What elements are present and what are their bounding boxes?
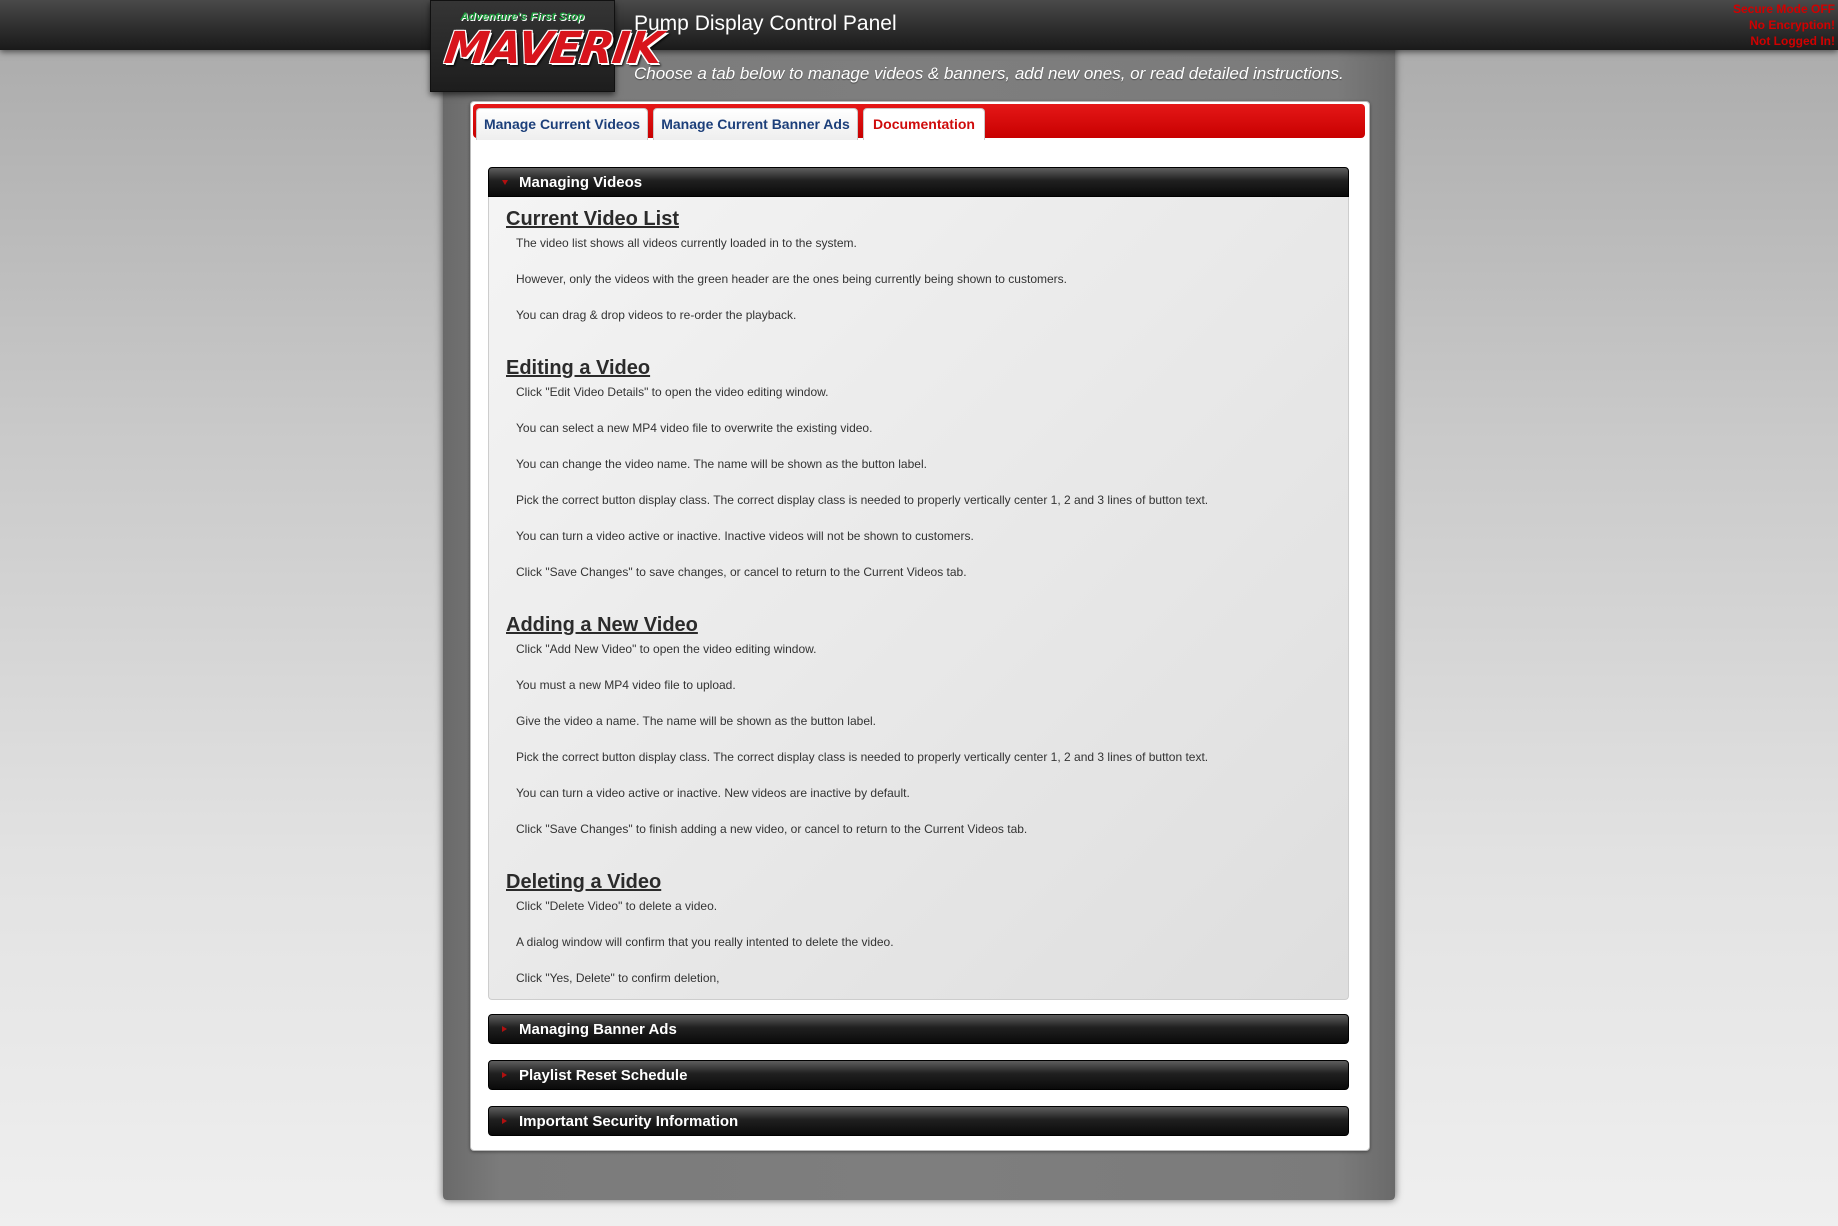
accordion-content-managing-videos: Current Video List The video list shows … [488, 197, 1349, 1000]
status-indicators: Secure Mode OFF No Encryption! Not Logge… [1733, 1, 1835, 49]
paragraph: Give the video a name. The name will be … [516, 714, 876, 728]
accordion-header-playlist-reset-schedule[interactable]: Playlist Reset Schedule [488, 1060, 1349, 1090]
paragraph: Pick the correct button display class. T… [516, 493, 1209, 507]
page-title: Pump Display Control Panel [634, 12, 897, 35]
triangle-down-icon [502, 180, 508, 185]
paragraph: You can select a new MP4 video file to o… [516, 421, 873, 435]
paragraph: You can drag & drop videos to re-order t… [516, 308, 797, 322]
paragraph: Click "Delete Video" to delete a video. [516, 899, 718, 913]
triangle-right-icon [502, 1072, 507, 1078]
logo-brand: MAVERIK [441, 23, 665, 74]
paragraph: You can turn a video active or inactive.… [516, 529, 974, 543]
accordion-title: Important Security Information [519, 1113, 739, 1130]
paragraph: You can turn a video active or inactive.… [516, 786, 910, 800]
accordion-title: Playlist Reset Schedule [519, 1067, 688, 1084]
paragraph: Click "Save Changes" to save changes, or… [516, 565, 967, 579]
tab-manage-current-videos[interactable]: Manage Current Videos [476, 108, 648, 140]
tab-documentation[interactable]: Documentation [863, 108, 985, 140]
section-heading-current-video-list: Current Video List [506, 208, 679, 230]
paragraph: Pick the correct button display class. T… [516, 750, 1209, 764]
paragraph: However, only the videos with the green … [516, 272, 1067, 286]
accordion-header-important-security-information[interactable]: Important Security Information [488, 1106, 1349, 1136]
section-heading-editing-a-video: Editing a Video [506, 357, 651, 379]
secure-mode-status: Secure Mode OFF [1732, 2, 1835, 16]
triangle-right-icon [502, 1118, 507, 1124]
encryption-status: No Encryption! [1749, 18, 1835, 32]
accordion-title: Managing Videos [519, 174, 643, 191]
accordion-header-managing-videos[interactable]: Managing Videos [488, 167, 1349, 197]
top-header-bar [0, 0, 1838, 50]
login-status: Not Logged In! [1750, 34, 1835, 48]
paragraph: Click "Yes, Delete" to confirm deletion, [516, 971, 720, 985]
paragraph: Click "Save Changes" to finish adding a … [516, 822, 1028, 836]
logo-tagline: Adventure's First Stop [460, 11, 585, 23]
section-heading-adding-a-new-video: Adding a New Video [506, 614, 698, 636]
paragraph: You can change the video name. The name … [516, 457, 927, 471]
tab-bar: Manage Current Videos Manage Current Ban… [473, 104, 1365, 140]
section-heading-deleting-a-video: Deleting a Video [506, 871, 662, 893]
maverik-logo: Adventure's First Stop MAVERIK [430, 0, 665, 92]
triangle-right-icon [502, 1026, 507, 1032]
page-subtitle: Choose a tab below to manage videos & ba… [634, 64, 1344, 83]
paragraph: A dialog window will confirm that you re… [516, 935, 894, 949]
accordion-header-managing-banner-ads[interactable]: Managing Banner Ads [488, 1014, 1349, 1044]
paragraph: Click "Add New Video" to open the video … [516, 642, 817, 656]
accordion-title: Managing Banner Ads [519, 1021, 677, 1038]
tab-panel: Manage Current Videos Manage Current Ban… [470, 101, 1370, 1151]
paragraph: The video list shows all videos currentl… [516, 236, 857, 250]
tab-manage-current-banner-ads[interactable]: Manage Current Banner Ads [653, 108, 858, 140]
paragraph: You must a new MP4 video file to upload. [516, 678, 736, 692]
paragraph: Click "Edit Video Details" to open the v… [516, 385, 829, 399]
